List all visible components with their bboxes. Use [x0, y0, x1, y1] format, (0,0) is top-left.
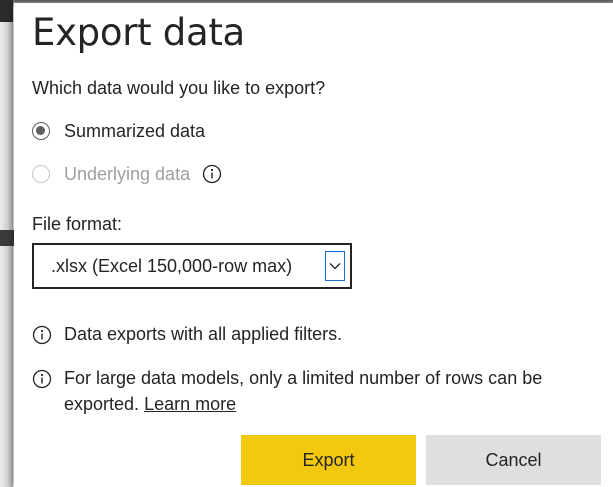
cancel-button[interactable]: Cancel: [426, 435, 601, 485]
file-format-label: File format:: [32, 214, 123, 234]
underlying-radio[interactable]: [32, 165, 50, 183]
window-frame-corner: [0, 0, 13, 22]
option-underlying-data[interactable]: Underlying data: [32, 162, 222, 186]
option-summarized-data[interactable]: Summarized data: [32, 119, 205, 143]
learn-more-link[interactable]: Learn more: [144, 394, 236, 414]
filters-note-text: Data exports with all applied filters.: [64, 324, 343, 344]
summarized-radio[interactable]: [32, 122, 50, 140]
chevron-down-icon[interactable]: [325, 251, 345, 281]
large-models-note-body: For large data models, only a limited nu…: [64, 365, 612, 417]
file-format-value: .xlsx (Excel 150,000-row max): [51, 255, 293, 276]
underlying-label: Underlying data: [64, 163, 191, 184]
summarized-label: Summarized data: [64, 120, 206, 141]
large-models-note: For large data models, only a limited nu…: [32, 365, 612, 417]
filters-note: Data exports with all applied filters.: [32, 321, 342, 347]
export-data-dialog: Export data Which data would you like to…: [14, 3, 613, 487]
info-icon: [32, 369, 52, 389]
info-icon[interactable]: [202, 164, 222, 184]
info-icon: [32, 325, 52, 345]
large-models-note-text: For large data models, only a limited nu…: [64, 368, 543, 414]
export-question: Which data would you like to export?: [32, 78, 326, 98]
dialog-title: Export data: [32, 11, 245, 54]
export-button[interactable]: Export: [241, 435, 416, 485]
file-format-dropdown[interactable]: .xlsx (Excel 150,000-row max): [32, 243, 352, 289]
